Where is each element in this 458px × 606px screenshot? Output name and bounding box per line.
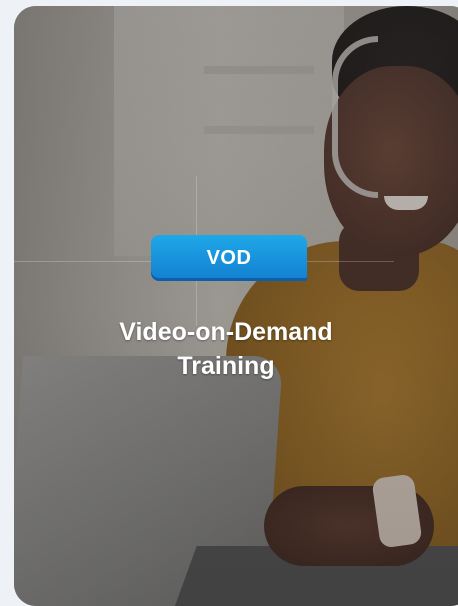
card-title-line-1: Video-on-Demand: [119, 318, 333, 346]
photo-dark-overlay: [14, 6, 458, 606]
vod-badge: VOD: [151, 235, 307, 281]
card-title-line-2: Training: [177, 352, 275, 380]
vod-training-card[interactable]: [14, 6, 458, 606]
card-title[interactable]: Video-on-Demand Training: [40, 315, 412, 383]
